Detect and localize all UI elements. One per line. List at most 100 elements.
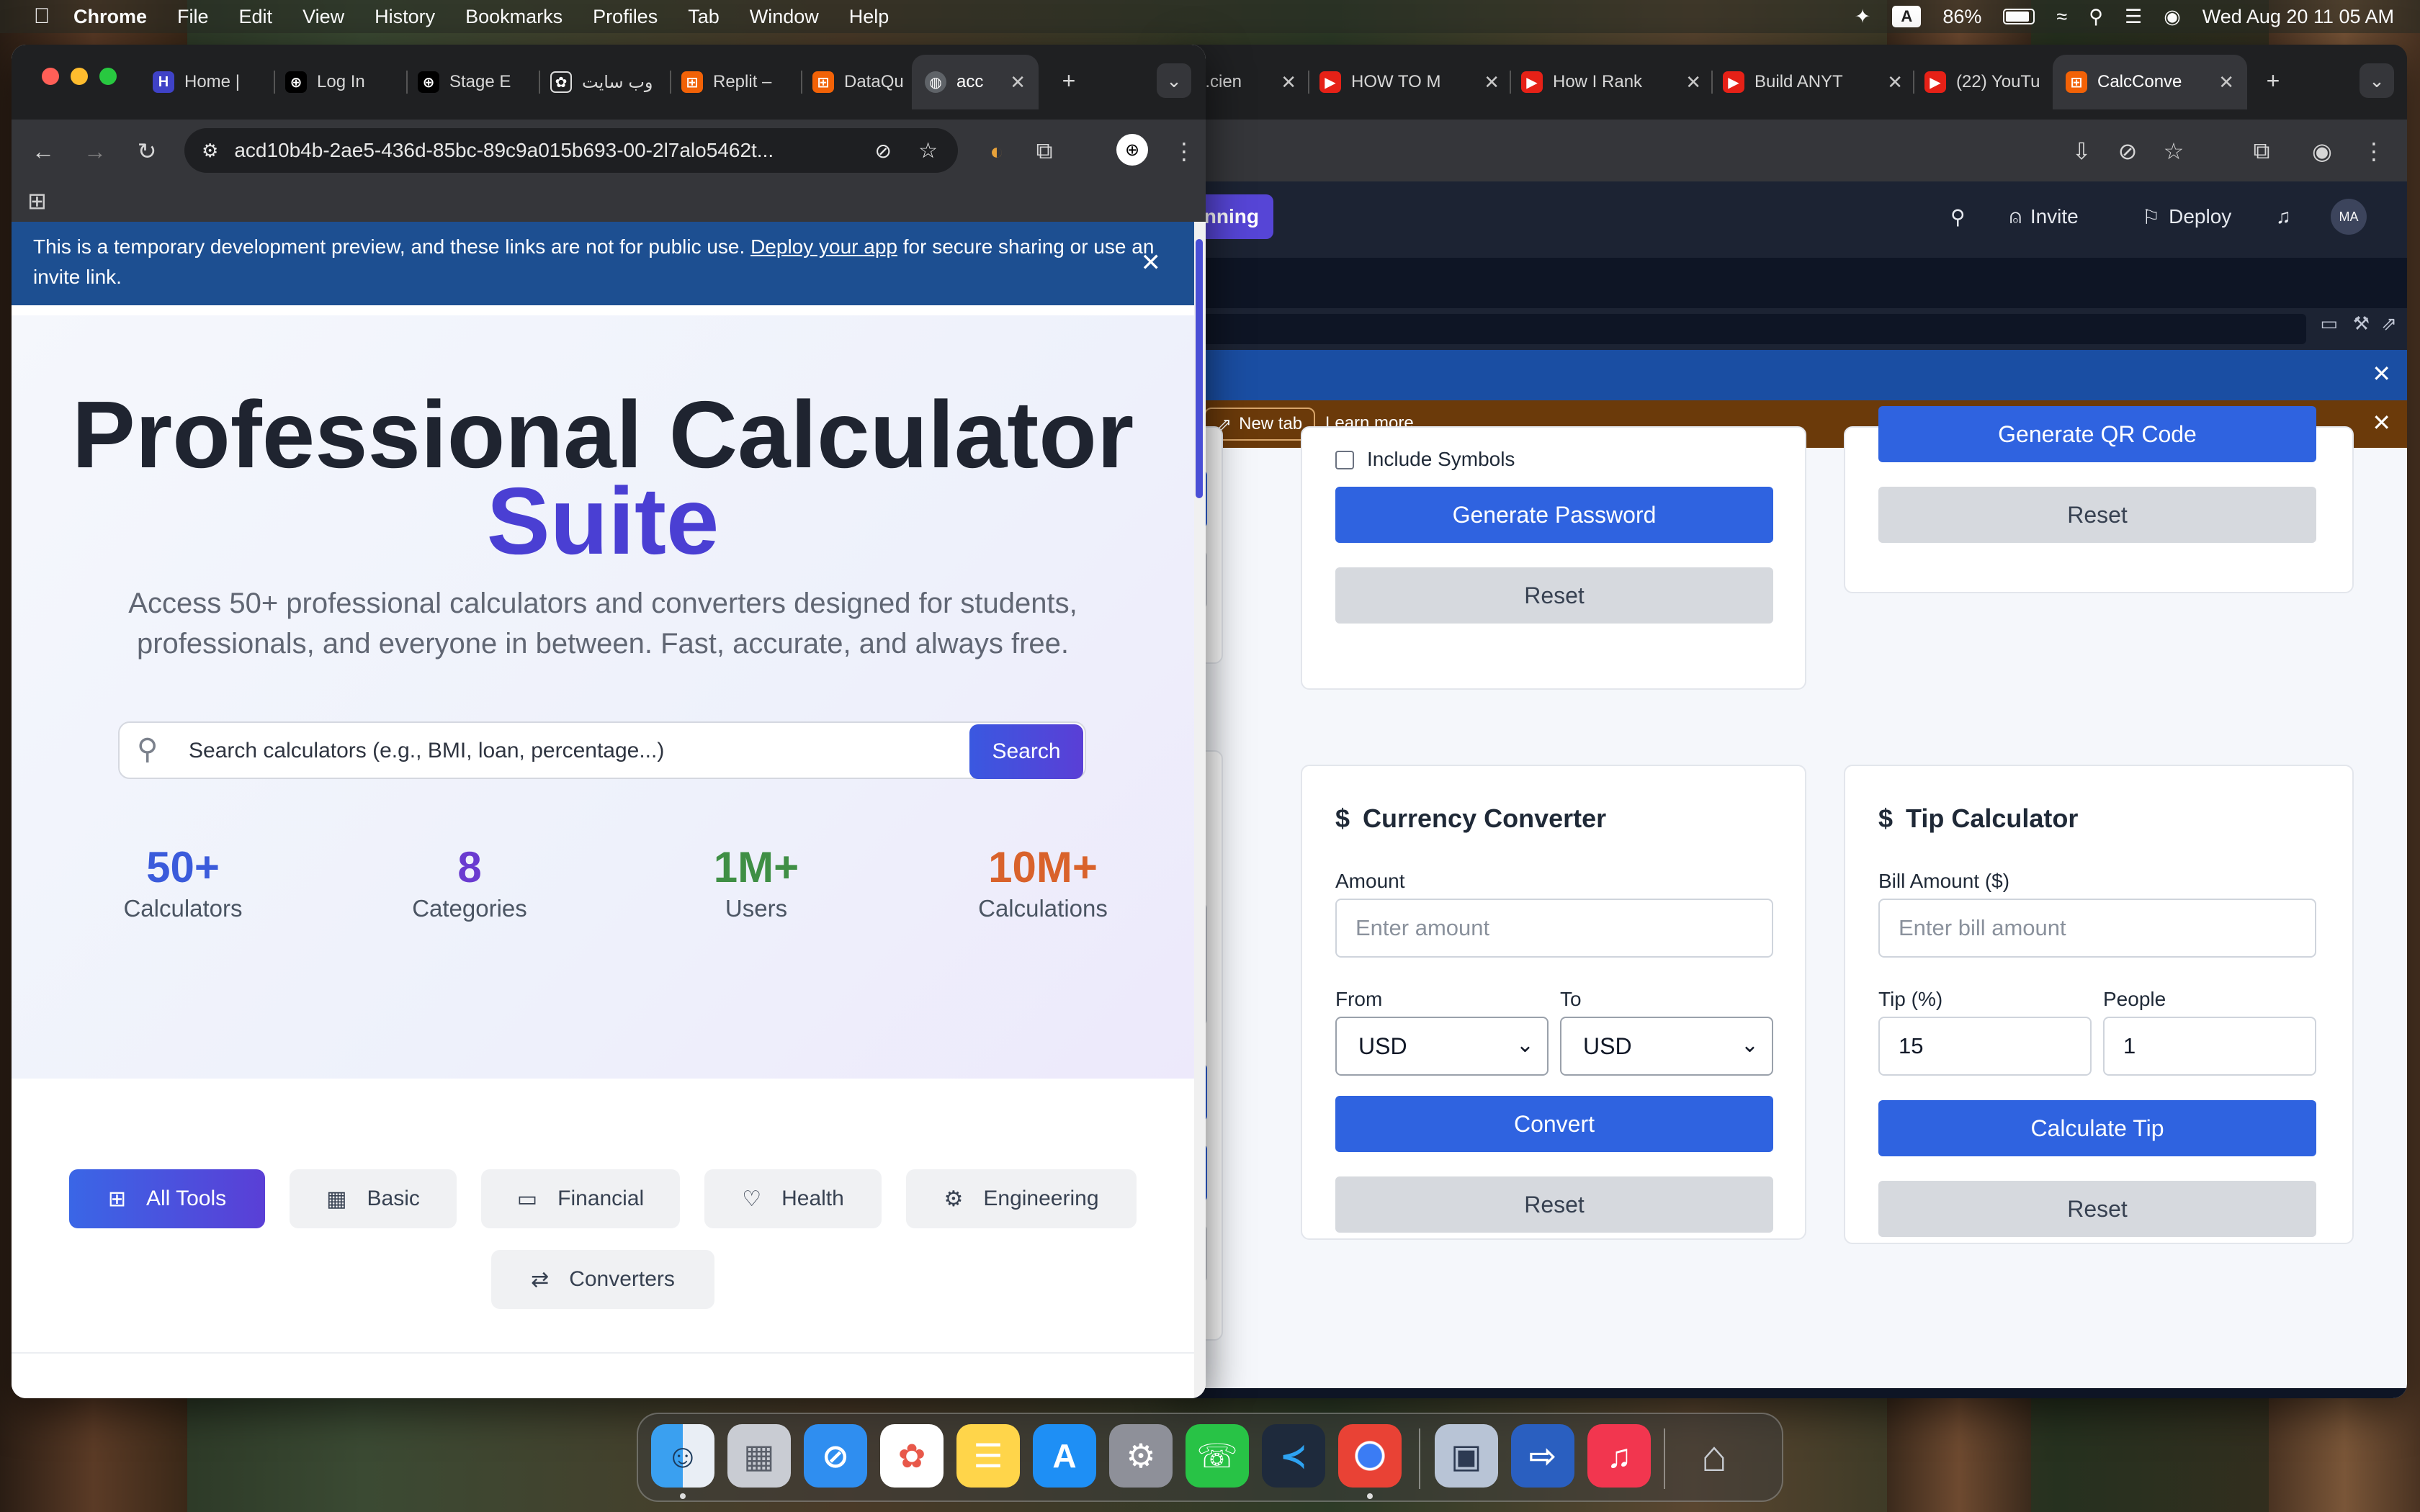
open-external-icon[interactable]: ⇗ (2381, 312, 2397, 335)
tab[interactable]: ...cien ✕ (1196, 55, 1296, 109)
install-app-icon[interactable]: ⇩ (2064, 134, 2099, 168)
category-engineering[interactable]: ⚙ Engineering (906, 1169, 1137, 1228)
search-input[interactable]: Search calculators (e.g., BMI, loan, per… (189, 739, 664, 763)
menu-help[interactable]: Help (849, 6, 889, 28)
minimize-window-button[interactable] (71, 68, 88, 85)
reset-button[interactable]: Reset (1335, 567, 1773, 624)
trash-icon[interactable]: ⌂ (1682, 1424, 1746, 1488)
extension-icon[interactable]: ◐ (980, 134, 1014, 168)
vscode-icon[interactable]: ≺ (1262, 1424, 1325, 1488)
wrench-icon[interactable]: ⚒ (2353, 312, 2370, 335)
close-icon[interactable]: ✕ (1270, 71, 1296, 94)
menu-history[interactable]: History (375, 6, 435, 28)
apple-menu-icon[interactable]:  (27, 4, 56, 29)
search-button[interactable]: Search (969, 724, 1083, 779)
menu-view[interactable]: View (302, 6, 344, 28)
music-icon[interactable]: ♫ (1587, 1424, 1651, 1488)
menu-file[interactable]: File (177, 6, 209, 28)
notes-icon[interactable]: ☰ (956, 1424, 1020, 1488)
reset-button[interactable]: Reset (1878, 1181, 2316, 1237)
invite-button[interactable]: ⍝ Invite (2009, 194, 2079, 239)
from-currency-select[interactable]: USD ⌄ (1335, 1017, 1549, 1076)
menu-edit[interactable]: Edit (239, 6, 273, 28)
avatar[interactable]: MA (2331, 199, 2367, 235)
menu-profiles[interactable]: Profiles (593, 6, 658, 28)
category-all-tools[interactable]: ⊞ All Tools (69, 1169, 265, 1228)
tab-active[interactable]: ◍ acc ✕ (912, 55, 1039, 109)
whatsapp-icon[interactable]: ☏ (1186, 1424, 1249, 1488)
tab[interactable]: ▶ How I Rank ✕ (1521, 55, 1701, 109)
close-icon[interactable]: ✕ (1141, 248, 1162, 278)
deploy-button[interactable]: ⚐ Deploy (2142, 194, 2231, 239)
apps-grid-icon[interactable]: ⊞ (27, 187, 47, 215)
tab-active[interactable]: ⊞ CalcConve ✕ (2053, 55, 2247, 109)
control-center-icon[interactable]: ☰ (2125, 6, 2142, 28)
tab[interactable]: ▶ Build ANYT ✕ (1723, 55, 1903, 109)
bookmark-star-icon[interactable]: ☆ (918, 138, 938, 163)
close-icon[interactable]: ✕ (2208, 71, 2234, 94)
wifi-icon[interactable]: ≈ (2056, 6, 2067, 28)
close-icon[interactable]: ✕ (2372, 360, 2391, 387)
system-settings-icon[interactable]: ⚙ (1109, 1424, 1173, 1488)
input-source-icon[interactable]: A (1892, 6, 1922, 27)
menu-window[interactable]: Window (750, 6, 819, 28)
generate-password-button[interactable]: Generate Password (1335, 487, 1773, 543)
new-tab-icon[interactable]: + (2256, 63, 2290, 98)
menu-app-name[interactable]: Chrome (73, 6, 147, 28)
tab-search-icon[interactable]: ⌄ (2360, 63, 2394, 98)
close-icon[interactable]: ✕ (1000, 71, 1026, 94)
close-window-button[interactable] (42, 68, 59, 85)
to-currency-select[interactable]: USD ⌄ (1560, 1017, 1773, 1076)
more-menu-icon[interactable]: ⋮ (1167, 134, 1201, 168)
photos-icon[interactable]: ✿ (880, 1424, 944, 1488)
bookmark-star-icon[interactable]: ☆ (2156, 134, 2191, 168)
back-arrow-icon[interactable]: ← (26, 134, 60, 168)
category-financial[interactable]: ▭ Financial (481, 1169, 680, 1228)
control-icon[interactable]: ✦ (1855, 6, 1871, 28)
tip-percent-input[interactable]: 15 (1878, 1017, 2092, 1076)
calculate-tip-button[interactable]: Calculate Tip (1878, 1100, 2316, 1156)
tab[interactable]: ⊞ Replit – (681, 55, 789, 109)
safari-icon[interactable]: ⊘ (804, 1424, 867, 1488)
chrome-icon[interactable] (1338, 1424, 1402, 1488)
close-icon[interactable]: ✕ (1474, 71, 1500, 94)
new-tab-icon[interactable]: + (1052, 63, 1086, 98)
more-menu-icon[interactable]: ⋮ (2357, 134, 2391, 168)
tab[interactable]: ⊕ Stage E (418, 55, 526, 109)
site-settings-icon[interactable]: ⚙ (202, 140, 218, 162)
reset-button[interactable]: Reset (1878, 487, 2316, 543)
spotlight-icon[interactable]: ⚲ (2089, 6, 2103, 28)
tab-search-icon[interactable]: ⌄ (1157, 63, 1191, 98)
close-icon[interactable]: ✕ (1675, 71, 1701, 94)
migration-icon[interactable]: ⇨ (1511, 1424, 1574, 1488)
preview-icon[interactable]: ▣ (1435, 1424, 1498, 1488)
tab[interactable]: H Home | (153, 55, 261, 109)
deploy-app-link[interactable]: Deploy your app (750, 235, 897, 258)
scrollbar-thumb[interactable] (1196, 239, 1203, 498)
convert-button[interactable]: Convert (1335, 1096, 1773, 1152)
tab[interactable]: ✿ وب سایت (550, 55, 658, 109)
category-health[interactable]: ♡ Health (704, 1169, 882, 1228)
people-input[interactable]: 1 (2103, 1017, 2316, 1076)
app-store-icon[interactable]: A (1033, 1424, 1096, 1488)
siri-icon[interactable]: ◉ (2164, 6, 2181, 28)
category-basic[interactable]: ▦ Basic (290, 1169, 457, 1228)
eye-off-icon[interactable]: ⊘ (2110, 134, 2145, 168)
zoom-window-button[interactable] (99, 68, 117, 85)
profile-icon[interactable]: ◉ (2305, 134, 2339, 168)
devices-icon[interactable]: ▭ (2320, 312, 2338, 335)
generate-qr-button[interactable]: Generate QR Code (1878, 406, 2316, 462)
clock[interactable]: Wed Aug 20 11 05 AM (2202, 6, 2394, 28)
battery-icon[interactable] (2003, 9, 2035, 24)
search-icon[interactable]: ⚲ (1950, 194, 1966, 239)
tab[interactable]: ▶ HOW TO M ✕ (1319, 55, 1500, 109)
menu-bookmarks[interactable]: Bookmarks (465, 6, 563, 28)
close-icon[interactable]: ✕ (1877, 71, 1903, 94)
close-icon[interactable]: ✕ (2372, 409, 2391, 436)
reset-button[interactable]: Reset (1335, 1176, 1773, 1233)
bill-amount-input[interactable]: Enter bill amount (1878, 899, 2316, 958)
menu-tab[interactable]: Tab (688, 6, 720, 28)
extensions-icon[interactable]: ⧉ (1027, 134, 1062, 168)
eye-off-icon[interactable]: ⊘ (875, 139, 892, 163)
preview-url-field[interactable] (1196, 314, 2306, 344)
